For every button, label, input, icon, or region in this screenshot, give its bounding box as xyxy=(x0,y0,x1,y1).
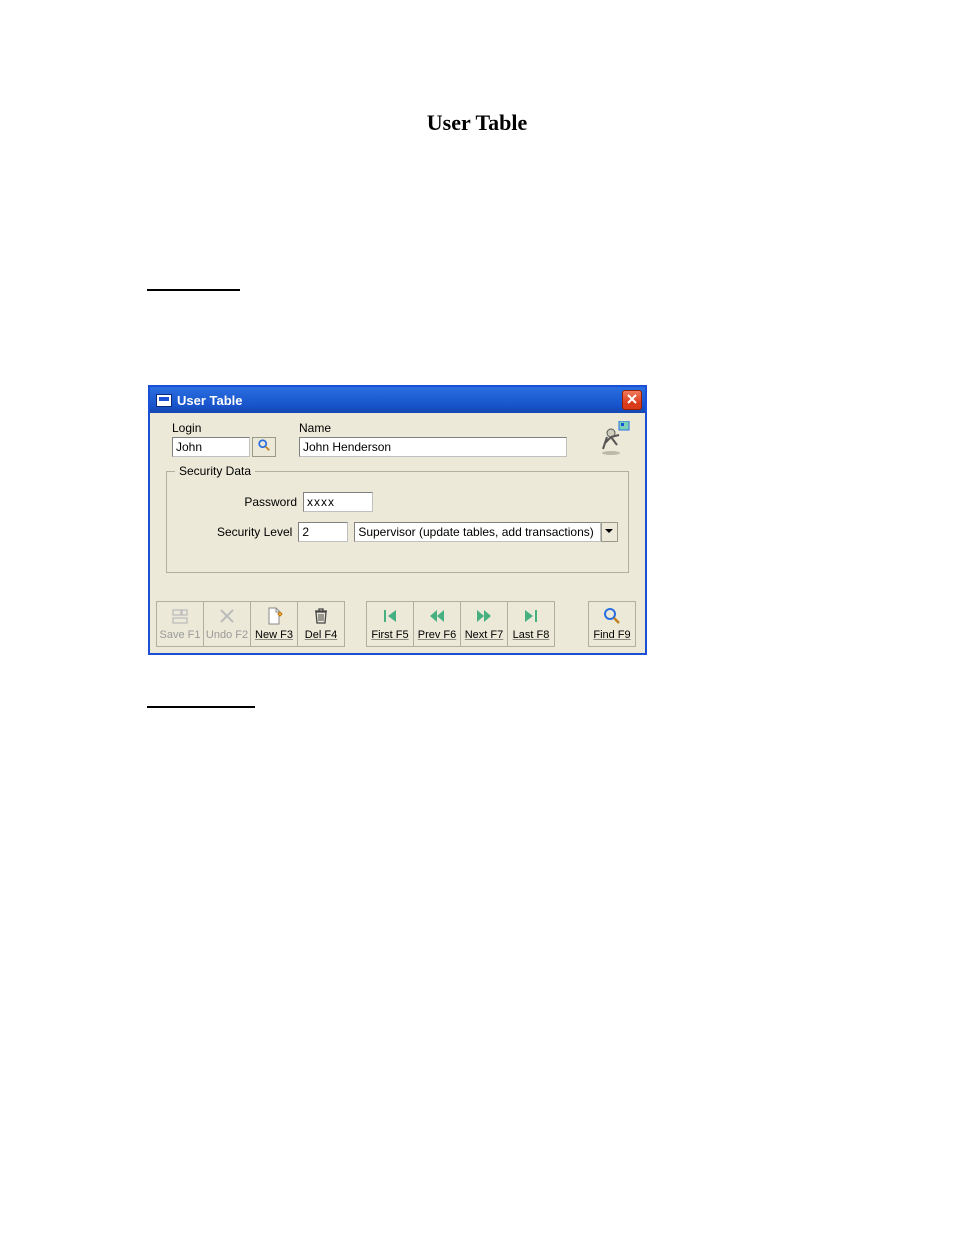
trash-icon xyxy=(311,606,331,629)
user-table-window: User Table Login xyxy=(148,385,647,655)
last-button[interactable]: Last F8 xyxy=(507,601,555,647)
security-level-desc-input[interactable] xyxy=(354,522,600,542)
del-caption: Del F4 xyxy=(305,628,337,642)
window-titlebar: User Table xyxy=(150,387,645,413)
find-button[interactable]: Find F9 xyxy=(588,601,636,647)
next-icon xyxy=(474,606,494,629)
page-heading: User Table xyxy=(0,110,954,136)
user-running-icon xyxy=(597,421,631,455)
search-icon xyxy=(257,438,271,457)
first-icon xyxy=(380,606,400,629)
prev-button[interactable]: Prev F6 xyxy=(413,601,461,647)
decorative-rule xyxy=(147,289,240,291)
new-doc-icon xyxy=(264,606,284,629)
window-title: User Table xyxy=(177,393,622,408)
close-button[interactable] xyxy=(622,390,642,410)
prev-icon xyxy=(427,606,447,629)
prev-caption: Prev F6 xyxy=(418,628,457,642)
next-button[interactable]: Next F7 xyxy=(460,601,508,647)
save-button[interactable]: Save F1 xyxy=(156,601,204,647)
decorative-rule xyxy=(147,706,255,708)
password-input[interactable] xyxy=(303,492,373,512)
first-button[interactable]: First F5 xyxy=(366,601,414,647)
security-level-dropdown-button[interactable] xyxy=(601,522,618,542)
app-icon xyxy=(156,394,172,407)
security-data-group: Security Data Password Security Level xyxy=(166,471,629,573)
cancel-icon xyxy=(217,606,237,629)
save-icon xyxy=(170,606,190,629)
last-caption: Last F8 xyxy=(513,628,550,642)
name-label: Name xyxy=(299,421,635,435)
close-icon xyxy=(626,393,638,408)
find-caption: Find F9 xyxy=(593,628,630,642)
new-caption: New F3 xyxy=(255,628,293,642)
undo-button[interactable]: Undo F2 xyxy=(203,601,251,647)
login-lookup-button[interactable] xyxy=(252,437,276,457)
next-caption: Next F7 xyxy=(465,628,504,642)
chevron-down-icon xyxy=(604,523,614,541)
delete-button[interactable]: Del F4 xyxy=(297,601,345,647)
password-label: Password xyxy=(177,495,303,509)
form-area: Login Name xyxy=(150,413,645,573)
toolbar: Save F1 Undo F2 New F3 Del F4 First F5 xyxy=(156,601,639,647)
find-icon xyxy=(602,606,622,629)
window-client-area: Login Name xyxy=(150,413,645,653)
security-level-input[interactable] xyxy=(298,522,348,542)
first-caption: First F5 xyxy=(371,628,408,642)
security-legend: Security Data xyxy=(175,464,255,478)
security-level-label: Security Level xyxy=(177,525,298,539)
login-input[interactable] xyxy=(172,437,250,457)
save-caption: Save F1 xyxy=(160,628,201,642)
undo-caption: Undo F2 xyxy=(206,628,248,642)
login-label: Login xyxy=(172,421,295,435)
last-icon xyxy=(521,606,541,629)
name-input[interactable] xyxy=(299,437,567,457)
new-button[interactable]: New F3 xyxy=(250,601,298,647)
